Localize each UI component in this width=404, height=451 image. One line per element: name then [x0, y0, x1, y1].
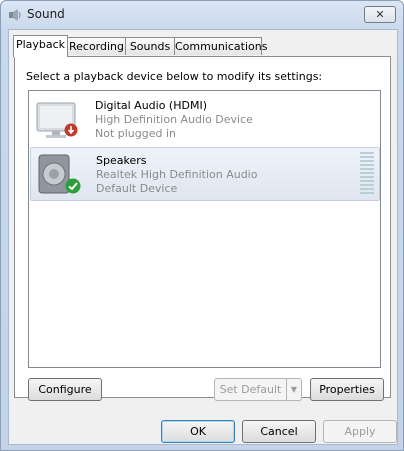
device-description: Realtek High Definition Audio — [96, 168, 258, 181]
tab-sounds[interactable]: Sounds — [125, 37, 175, 55]
tab-playback[interactable]: Playback — [13, 35, 68, 57]
title-bar: Sound ✕ — [1, 1, 403, 29]
device-item-speakers[interactable]: Speakers Realtek High Definition Audio D… — [30, 147, 380, 201]
unplugged-badge-icon — [64, 123, 78, 137]
sound-dialog: Sound ✕ Playback Recording Sounds Commun… — [0, 0, 404, 451]
properties-button[interactable]: Properties — [310, 378, 384, 401]
apply-button[interactable]: Apply — [323, 420, 397, 443]
device-list: Digital Audio (HDMI) High Definition Aud… — [28, 90, 381, 368]
playback-panel: Select a playback device below to modify… — [14, 56, 391, 401]
device-name: Digital Audio (HDMI) — [95, 99, 207, 112]
ok-button[interactable]: OK — [161, 420, 235, 443]
tab-communications[interactable]: Communications — [174, 37, 267, 55]
set-default-label: Set Default — [219, 383, 282, 396]
default-check-badge-icon — [65, 178, 81, 194]
device-item-hdmi[interactable]: Digital Audio (HDMI) High Definition Aud… — [30, 93, 378, 145]
instruction-text: Select a playback device below to modify… — [26, 70, 323, 83]
cancel-button[interactable]: Cancel — [242, 420, 316, 443]
device-status: Not plugged in — [95, 127, 177, 140]
window-title: Sound — [27, 7, 65, 21]
dropdown-arrow-icon[interactable]: ▼ — [286, 379, 301, 400]
volume-meter — [360, 152, 374, 196]
device-description: High Definition Audio Device — [95, 113, 253, 126]
device-name: Speakers — [96, 154, 147, 167]
dialog-client-area: Playback Recording Sounds Communications… — [8, 29, 398, 445]
close-button[interactable]: ✕ — [364, 6, 396, 23]
tab-recording[interactable]: Recording — [67, 37, 126, 55]
configure-button[interactable]: Configure — [28, 378, 102, 401]
device-status: Default Device — [96, 182, 178, 195]
sound-app-icon — [9, 9, 21, 21]
close-icon: ✕ — [375, 8, 385, 21]
set-default-button[interactable]: Set Default ▼ — [214, 378, 302, 401]
